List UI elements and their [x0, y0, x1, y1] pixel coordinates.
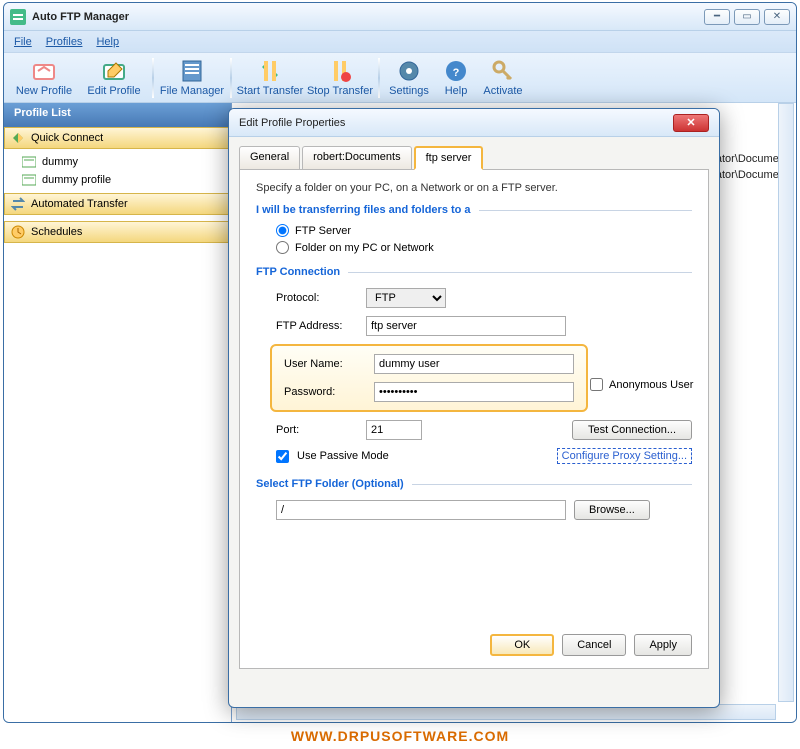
clock-icon: [11, 225, 25, 239]
browse-button[interactable]: Browse...: [574, 500, 650, 520]
start-transfer-button[interactable]: Start Transfer: [236, 54, 304, 102]
menu-help[interactable]: Help: [96, 36, 119, 48]
tab-ftp-server[interactable]: ftp server: [414, 146, 484, 170]
sidebar: Profile List Quick Connect dummy dummy p…: [4, 103, 232, 722]
anonymous-label: Anonymous User: [609, 379, 693, 391]
ok-button[interactable]: OK: [490, 634, 554, 656]
credentials-highlight: User Name: Password:: [270, 344, 588, 412]
profile-item-dummy-profile[interactable]: dummy profile: [4, 171, 231, 189]
file-manager-button[interactable]: File Manager: [158, 54, 226, 102]
configure-proxy-link[interactable]: Configure Proxy Setting...: [557, 448, 692, 464]
minimize-button[interactable]: ━: [704, 9, 730, 25]
anonymous-checkbox[interactable]: [590, 378, 603, 391]
tab-panel: Specify a folder on your PC, on a Networ…: [239, 169, 709, 669]
menu-file[interactable]: File: [14, 36, 32, 48]
port-label: Port:: [276, 424, 358, 436]
dialog-title: Edit Profile Properties: [239, 117, 673, 129]
key-icon: [491, 59, 515, 83]
close-button[interactable]: ✕: [764, 9, 790, 25]
radio-folder-label: Folder on my PC or Network: [295, 242, 434, 254]
menu-bar: File Profiles Help: [4, 31, 796, 53]
ftp-connection-title: FTP Connection: [256, 266, 692, 278]
username-input[interactable]: [374, 354, 574, 374]
activate-button[interactable]: Activate: [478, 54, 528, 102]
svg-text:?: ?: [453, 67, 460, 79]
profile-icon: [22, 173, 36, 187]
menu-profiles[interactable]: Profiles: [46, 36, 83, 48]
dialog-close-button[interactable]: ✕: [673, 114, 709, 132]
automated-transfer-icon: [11, 197, 25, 211]
start-transfer-icon: [258, 59, 282, 83]
radio-ftp-label: FTP Server: [295, 225, 351, 237]
automated-transfer-section[interactable]: Automated Transfer: [4, 193, 231, 215]
cancel-button[interactable]: Cancel: [562, 634, 626, 656]
tab-general[interactable]: General: [239, 146, 300, 170]
stop-transfer-button[interactable]: Stop Transfer: [306, 54, 374, 102]
username-label: User Name:: [284, 358, 366, 370]
footer-url: WWW.DRPUSOFTWARE.COM: [0, 723, 800, 749]
password-label: Password:: [284, 386, 366, 398]
ftp-folder-title: Select FTP Folder (Optional): [256, 478, 692, 490]
sidebar-header: Profile List: [4, 103, 231, 127]
port-input[interactable]: [366, 420, 422, 440]
title-bar: Auto FTP Manager ━ ▭ ✕: [4, 3, 796, 31]
app-title: Auto FTP Manager: [32, 11, 704, 23]
protocol-select[interactable]: FTP: [366, 288, 446, 308]
toolbar: New Profile Edit Profile File Manager St…: [4, 53, 796, 103]
tab-documents[interactable]: robert:Documents: [302, 146, 411, 170]
passive-label: Use Passive Mode: [297, 450, 389, 462]
gear-icon: [397, 59, 421, 83]
new-profile-icon: [32, 59, 56, 83]
protocol-label: Protocol:: [276, 292, 358, 304]
quick-connect-icon: [11, 131, 25, 145]
app-icon: [10, 9, 26, 25]
address-label: FTP Address:: [276, 320, 358, 332]
ftp-address-input[interactable]: [366, 316, 566, 336]
maximize-button[interactable]: ▭: [734, 9, 760, 25]
stop-transfer-icon: [328, 59, 352, 83]
edit-profile-dialog: Edit Profile Properties ✕ General robert…: [228, 108, 720, 708]
apply-button[interactable]: Apply: [634, 634, 692, 656]
radio-ftp-server[interactable]: [276, 224, 289, 237]
help-button[interactable]: ? Help: [436, 54, 476, 102]
dialog-tabs: General robert:Documents ftp server: [229, 137, 719, 169]
new-profile-button[interactable]: New Profile: [10, 54, 78, 102]
hint-text: Specify a folder on your PC, on a Networ…: [256, 182, 692, 194]
vertical-scrollbar[interactable]: [778, 103, 794, 702]
file-manager-icon: [180, 59, 204, 83]
profile-icon: [22, 155, 36, 169]
settings-button[interactable]: Settings: [384, 54, 434, 102]
radio-local-folder[interactable]: [276, 241, 289, 254]
edit-profile-button[interactable]: Edit Profile: [80, 54, 148, 102]
test-connection-button[interactable]: Test Connection...: [572, 420, 692, 440]
edit-profile-icon: [102, 59, 126, 83]
ftp-folder-input[interactable]: [276, 500, 566, 520]
schedules-section[interactable]: Schedules: [4, 221, 231, 243]
password-input[interactable]: [374, 382, 574, 402]
dialog-title-bar: Edit Profile Properties ✕: [229, 109, 719, 137]
help-icon: ?: [444, 59, 468, 83]
profile-item-dummy[interactable]: dummy: [4, 153, 231, 171]
quick-connect-section[interactable]: Quick Connect: [4, 127, 231, 149]
transfer-group-title: I will be transferring files and folders…: [256, 204, 692, 216]
passive-mode-checkbox[interactable]: [276, 450, 289, 463]
